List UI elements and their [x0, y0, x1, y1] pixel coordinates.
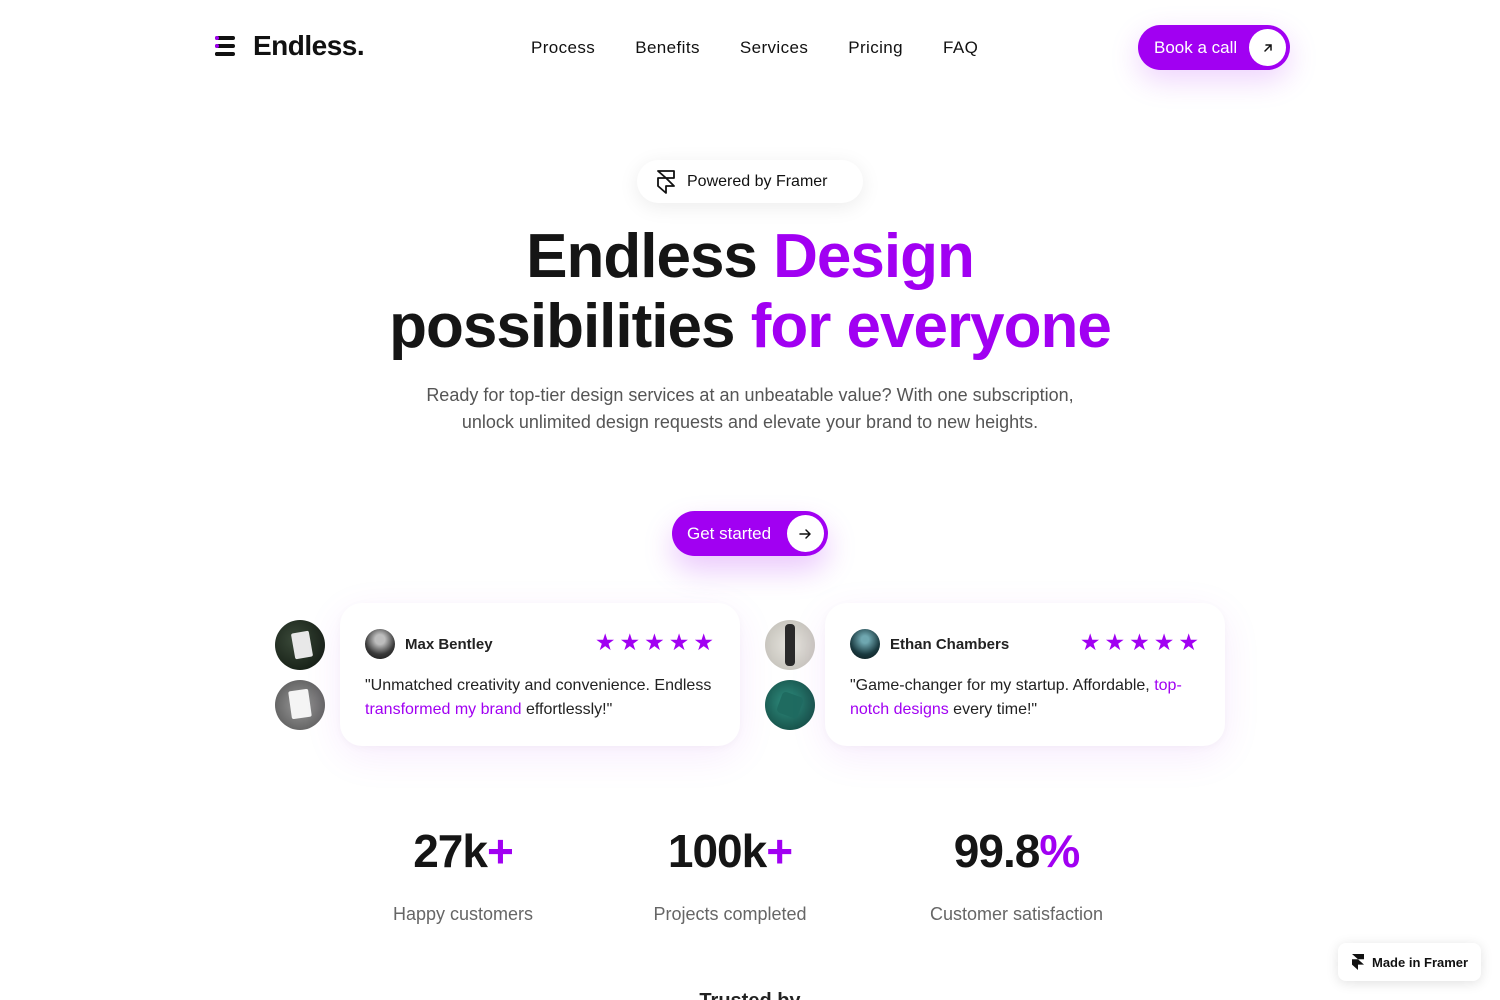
arrow-right-icon: [787, 515, 824, 552]
stat-label: Customer satisfaction: [929, 904, 1104, 924]
stat-suffix: +: [766, 825, 793, 877]
hero-title-line2: possibilities for everyone: [389, 292, 1112, 361]
stat-label: Projects completed: [653, 904, 807, 924]
book-a-call-label: Book a call: [1154, 37, 1238, 57]
quote-highlight: transformed my brand: [365, 701, 522, 718]
star-icon: ★: [644, 629, 665, 655]
stat-value: 100k+: [630, 822, 830, 880]
get-started-label: Get started: [687, 523, 772, 543]
avatar: [850, 629, 880, 659]
made-in-framer-label: Made in Framer: [1372, 954, 1469, 970]
stat-customer-satisfaction: 99.8% Customer satisfaction: [900, 822, 1133, 925]
star-icon: ★: [619, 629, 641, 655]
powered-by-label: Powered by Framer: [687, 172, 828, 190]
powered-by-badge[interactable]: Powered by Framer: [637, 160, 863, 203]
hero-title-line1-plain: Endless: [526, 222, 774, 291]
brand-logo[interactable]: Endless.: [215, 30, 365, 62]
avatar: [365, 629, 395, 659]
hero-title-line2-accent: for everyone: [750, 292, 1112, 361]
portfolio-thumb: [765, 620, 815, 670]
rating-stars: ★ ★ ★ ★ ★: [1080, 629, 1199, 655]
get-started-button[interactable]: Get started: [672, 511, 828, 556]
star-icon: ★: [693, 629, 714, 655]
star-icon: ★: [1178, 629, 1199, 655]
brand-name: Endless.: [253, 30, 365, 61]
author-name: Ethan Chambers: [890, 635, 1010, 653]
portfolio-thumb: [275, 620, 325, 670]
stat-projects-completed: 100k+ Projects completed: [630, 822, 830, 925]
arrow-up-right-icon: [1249, 29, 1286, 66]
hero-title-line1: Endless Design: [526, 222, 975, 291]
stat-number: 99.8: [953, 825, 1041, 877]
stat-value: 27k+: [363, 822, 563, 880]
hero-subtitle: Ready for top-tier design services at an…: [426, 385, 1074, 432]
nav-link-benefits[interactable]: Benefits: [635, 38, 700, 58]
nav-link-faq[interactable]: FAQ: [943, 38, 978, 58]
portfolio-thumb: [765, 680, 815, 730]
star-icon: ★: [594, 629, 616, 655]
stat-suffix: +: [486, 825, 514, 877]
star-icon: ★: [1129, 629, 1150, 655]
star-icon: ★: [1079, 629, 1101, 655]
stat-happy-customers: 27k+ Happy customers: [363, 822, 563, 925]
stat-suffix: %: [1039, 825, 1080, 877]
testimonial-quote: "Game-changer for my startup. Affordable…: [850, 674, 1210, 722]
nav-link-pricing[interactable]: Pricing: [848, 38, 903, 58]
portfolio-thumb: [275, 680, 325, 730]
book-a-call-button[interactable]: Book a call: [1138, 25, 1290, 70]
hero-title-line2-plain: possibilities: [389, 292, 751, 361]
main-menu: Process Benefits Services Pricing FAQ: [531, 38, 978, 58]
stat-label: Happy customers: [392, 904, 534, 924]
quote-text: every time!": [948, 701, 1038, 718]
author-name: Max Bentley: [405, 635, 493, 653]
nav-link-process[interactable]: Process: [531, 38, 595, 58]
framer-icon: [1352, 954, 1364, 970]
star-icon: ★: [1104, 629, 1126, 655]
trusted-by-heading: Trusted by: [0, 990, 1500, 1000]
nav-link-services[interactable]: Services: [740, 38, 808, 58]
testimonial-author: Max Bentley: [365, 629, 493, 659]
star-icon: ★: [1153, 629, 1175, 655]
framer-icon: [657, 169, 675, 194]
quote-text: effortlessly!": [521, 701, 613, 718]
stat-number: 27k: [413, 825, 488, 877]
hero-title: Endless Design possibilities for everyon…: [0, 222, 1500, 362]
stat-value: 99.8%: [900, 822, 1133, 880]
testimonial-card: Max Bentley ★ ★ ★ ★ ★ "Unmatched creativity …: [340, 603, 740, 746]
quote-text: "Game-changer for my startup. Affordable…: [850, 677, 1155, 694]
quote-text: "Unmatched creativity and convenience. E…: [365, 677, 712, 694]
star-icon: ★: [668, 629, 690, 655]
hero-title-line1-accent: Design: [773, 222, 975, 291]
menu-bars-icon: [215, 36, 241, 56]
testimonial-quote: "Unmatched creativity and convenience. E…: [365, 674, 725, 722]
stat-number: 100k: [667, 825, 767, 877]
testimonial-card: Ethan Chambers ★ ★ ★ ★ ★ "Game-changer for m…: [825, 603, 1225, 746]
rating-stars: ★ ★ ★ ★ ★: [595, 629, 714, 655]
made-in-framer-badge[interactable]: Made in Framer: [1338, 943, 1481, 981]
top-nav: Endless. Process Benefits Services Prici…: [0, 0, 1500, 96]
testimonial-author: Ethan Chambers: [850, 629, 1009, 659]
